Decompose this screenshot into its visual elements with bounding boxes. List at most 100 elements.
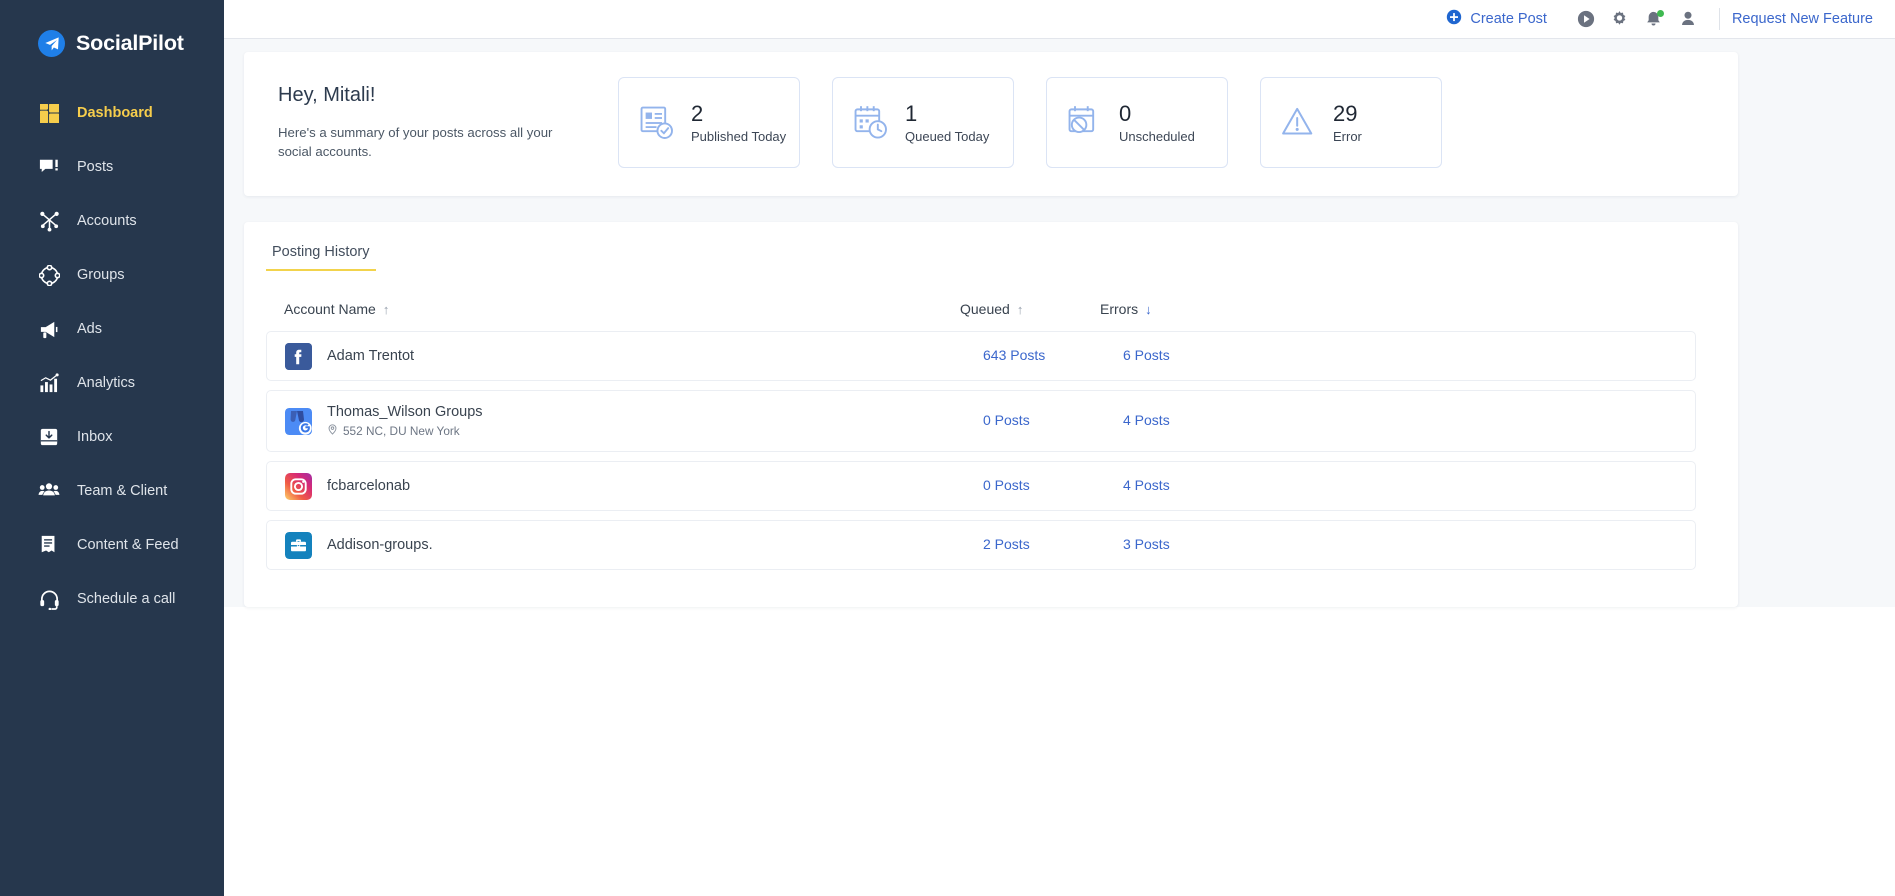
create-post-button[interactable]: Create Post [1446, 9, 1547, 29]
sidebar-item-label: Posts [77, 159, 113, 175]
request-new-feature-link[interactable]: Request New Feature [1732, 11, 1873, 27]
account-name: Thomas_Wilson Groups [327, 404, 483, 420]
sidebar-item-posts[interactable]: Posts [0, 140, 224, 194]
circle-group-icon [38, 264, 60, 286]
paper-plane-icon [38, 30, 65, 57]
instagram-icon [285, 473, 312, 500]
bar-chart-icon [38, 372, 60, 394]
queued-posts-link[interactable]: 2 Posts [983, 536, 1030, 552]
play-circle-icon[interactable] [1569, 2, 1603, 36]
calendar-blocked-icon [1065, 103, 1105, 143]
stats-row: 2 Published Today 1 Queued Today [602, 77, 1442, 168]
column-header-account-name[interactable]: Account Name ↑ [244, 301, 960, 317]
stat-card-unscheduled[interactable]: 0 Unscheduled [1046, 77, 1228, 168]
tab-bar: Posting History [244, 238, 1738, 271]
google-business-icon [285, 408, 312, 435]
summary-card: Hey, Mitali! Here's a summary of your po… [244, 52, 1738, 196]
calendar-clock-icon [851, 103, 891, 143]
notification-badge [1657, 10, 1664, 17]
sidebar-item-dashboard[interactable]: Dashboard [0, 86, 224, 140]
gear-icon[interactable] [1603, 2, 1637, 36]
stat-label: Error [1333, 129, 1362, 144]
stat-label: Published Today [691, 129, 786, 144]
account-name: Addison-groups. [327, 537, 433, 553]
table-row[interactable]: fcbarcelonab 0 Posts 4 Posts [266, 461, 1696, 511]
account-name: Adam Trentot [327, 348, 414, 364]
headset-icon [38, 588, 60, 610]
sidebar-item-team-client[interactable]: Team & Client [0, 464, 224, 518]
cell-queued: 643 Posts [983, 347, 1123, 365]
sidebar-item-analytics[interactable]: Analytics [0, 356, 224, 410]
sidebar-item-ads[interactable]: Ads [0, 302, 224, 356]
table-body: Adam Trentot 643 Posts 6 Posts [244, 317, 1738, 570]
briefcase-icon [285, 532, 312, 559]
sidebar-item-label: Dashboard [77, 105, 153, 121]
column-header-queued[interactable]: Queued ↑ [960, 301, 1100, 317]
arrow-down-icon: ↓ [1145, 302, 1152, 317]
page-title: Hey, Mitali! [278, 84, 602, 107]
sidebar-item-accounts[interactable]: Accounts [0, 194, 224, 248]
table-row[interactable]: Adam Trentot 643 Posts 6 Posts [266, 331, 1696, 381]
column-label: Queued [960, 301, 1010, 317]
cell-account: Addison-groups. [267, 532, 983, 559]
tab-posting-history[interactable]: Posting History [266, 238, 376, 271]
network-nodes-icon [38, 210, 60, 232]
column-label: Errors [1100, 301, 1138, 317]
location-text: 552 NC, DU New York [343, 424, 460, 438]
sidebar-item-label: Team & Client [77, 483, 167, 499]
cell-account: fcbarcelonab [267, 473, 983, 500]
stat-card-queued-today[interactable]: 1 Queued Today [832, 77, 1014, 168]
bell-icon[interactable] [1637, 2, 1671, 36]
sidebar-item-content-feed[interactable]: Content & Feed [0, 518, 224, 572]
cell-queued: 0 Posts [983, 477, 1123, 495]
sidebar-item-label: Inbox [77, 429, 112, 445]
account-name: fcbarcelonab [327, 478, 410, 494]
stat-card-published-today[interactable]: 2 Published Today [618, 77, 800, 168]
sidebar-item-label: Accounts [77, 213, 137, 229]
brand-name: SocialPilot [76, 31, 184, 56]
column-header-errors[interactable]: Errors ↓ [1100, 301, 1280, 317]
error-posts-link[interactable]: 6 Posts [1123, 347, 1170, 363]
table-row[interactable]: Thomas_Wilson Groups 552 NC, DU New York [266, 390, 1696, 452]
stat-label: Queued Today [905, 129, 989, 144]
stat-card-error[interactable]: 29 Error [1260, 77, 1442, 168]
sidebar-item-label: Ads [77, 321, 102, 337]
people-group-icon [38, 480, 60, 502]
stat-value: 1 [905, 101, 989, 126]
table-row[interactable]: Addison-groups. 2 Posts 3 Posts [266, 520, 1696, 570]
stat-value: 2 [691, 101, 786, 126]
error-posts-link[interactable]: 3 Posts [1123, 536, 1170, 552]
error-posts-link[interactable]: 4 Posts [1123, 477, 1170, 493]
warning-triangle-icon [1279, 103, 1319, 143]
facebook-icon [285, 343, 312, 370]
cell-errors: 4 Posts [1123, 412, 1303, 430]
cell-queued: 2 Posts [983, 536, 1123, 554]
queued-posts-link[interactable]: 0 Posts [983, 412, 1030, 428]
post-comment-icon [38, 156, 60, 178]
account-location: 552 NC, DU New York [327, 424, 483, 438]
inbox-download-icon [38, 426, 60, 448]
arrow-up-icon: ↑ [1017, 302, 1024, 317]
app-root: SocialPilot Dashboard Posts Accounts [0, 0, 1895, 896]
cell-errors: 4 Posts [1123, 477, 1303, 495]
cell-errors: 3 Posts [1123, 536, 1303, 554]
sidebar-item-label: Schedule a call [77, 591, 175, 607]
topbar-divider [1719, 8, 1720, 30]
error-posts-link[interactable]: 4 Posts [1123, 412, 1170, 428]
queued-posts-link[interactable]: 0 Posts [983, 477, 1030, 493]
brand-logo[interactable]: SocialPilot [0, 18, 224, 64]
queued-posts-link[interactable]: 643 Posts [983, 347, 1045, 363]
cell-account: Adam Trentot [267, 343, 983, 370]
sidebar-item-groups[interactable]: Groups [0, 248, 224, 302]
cell-account: Thomas_Wilson Groups 552 NC, DU New York [267, 404, 983, 438]
stat-value: 29 [1333, 101, 1362, 126]
grid-dashboard-icon [38, 102, 60, 124]
sidebar-item-schedule-a-call[interactable]: Schedule a call [0, 572, 224, 626]
page-inner: Hey, Mitali! Here's a summary of your po… [224, 39, 1895, 607]
user-icon[interactable] [1671, 2, 1705, 36]
sidebar-item-inbox[interactable]: Inbox [0, 410, 224, 464]
cell-errors: 6 Posts [1123, 347, 1303, 365]
table-header-row: Account Name ↑ Queued ↑ Errors ↓ [244, 271, 1738, 317]
main-pane: Create Post Request New Feature [224, 0, 1895, 896]
page-body: Hey, Mitali! Here's a summary of your po… [224, 39, 1895, 896]
